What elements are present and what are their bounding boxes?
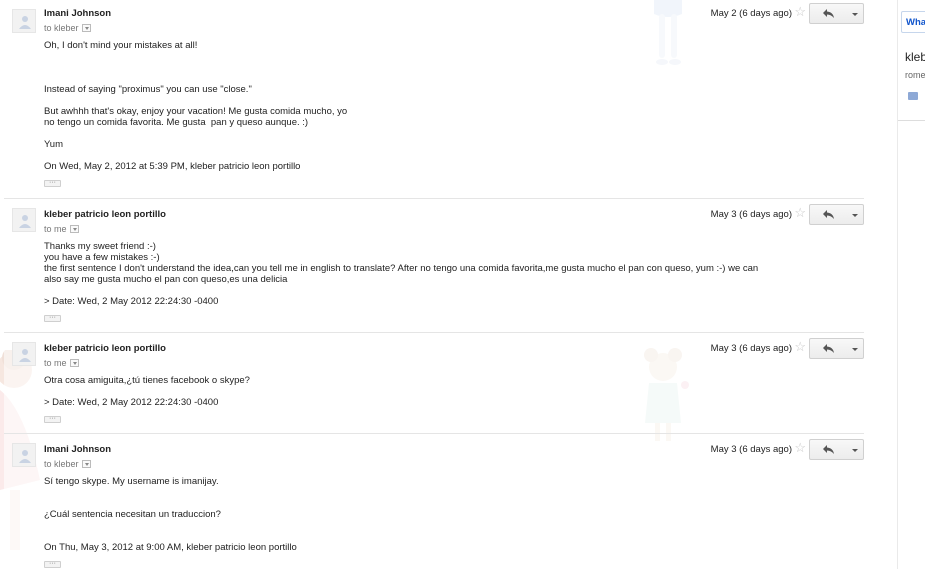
person-silhouette-icon bbox=[19, 16, 31, 29]
recipient-details-dropdown[interactable] bbox=[81, 24, 91, 32]
message-body-line: you have a few mistakes :-) bbox=[44, 252, 160, 263]
message-body-line: no tengo un comida favorita. Me gusta pa… bbox=[44, 117, 309, 128]
more-actions-button[interactable] bbox=[846, 338, 864, 359]
message-date: May 3 (6 days ago) bbox=[710, 343, 792, 354]
message-card[interactable]: Imani Johnson to kleber May 3 (6 days ag… bbox=[4, 433, 864, 569]
star-icon[interactable]: ☆ bbox=[794, 206, 806, 219]
more-actions-button[interactable] bbox=[846, 3, 864, 24]
star-icon[interactable]: ☆ bbox=[794, 441, 806, 454]
recipient-line: to kleber bbox=[44, 459, 91, 469]
more-actions-button[interactable] bbox=[846, 439, 864, 460]
reply-button[interactable] bbox=[809, 204, 847, 225]
sender-name[interactable]: kleber patricio leon portillo bbox=[44, 343, 166, 354]
message-body-line: > Date: Wed, 2 May 2012 22:24:30 -0400 bbox=[44, 397, 219, 408]
message-body-line: Sí tengo skype. My username is imanijay. bbox=[44, 476, 219, 487]
message-card[interactable]: kleber patricio leon portillo to me May … bbox=[4, 332, 864, 433]
message-date: May 2 (6 days ago) bbox=[710, 8, 792, 19]
message-body-line: Oh, I don't mind your mistakes at all! bbox=[44, 40, 198, 51]
person-silhouette-icon bbox=[19, 450, 31, 463]
recipient-text: to kleber bbox=[44, 459, 79, 469]
sender-avatar bbox=[12, 208, 36, 232]
show-trimmed-content-button[interactable]: ··· bbox=[44, 314, 61, 322]
divider bbox=[898, 120, 925, 121]
contact-subtitle: rome bbox=[905, 70, 925, 80]
sender-avatar bbox=[12, 443, 36, 467]
reply-button[interactable] bbox=[809, 3, 847, 24]
message-body-line: Instead of saying "proximus" you can use… bbox=[44, 84, 252, 95]
message-body-line: Thanks my sweet friend :-) bbox=[44, 241, 156, 252]
recipient-text: to me bbox=[44, 224, 67, 234]
conversation-thread: Imani Johnson to kleber May 2 (6 days ag… bbox=[4, 0, 864, 569]
person-silhouette-icon bbox=[19, 215, 31, 228]
reply-arrow-icon bbox=[823, 445, 834, 454]
message-card[interactable]: kleber patricio leon portillo to me May … bbox=[4, 198, 864, 332]
recipient-line: to me bbox=[44, 224, 79, 234]
sender-name[interactable]: Imani Johnson bbox=[44, 8, 111, 19]
message-body-line: But awhhh that's okay, enjoy your vacati… bbox=[44, 106, 348, 117]
person-silhouette-icon bbox=[19, 349, 31, 362]
sender-avatar bbox=[12, 342, 36, 366]
contact-name[interactable]: kleb bbox=[905, 50, 925, 64]
message-body-line: > Date: Wed, 2 May 2012 22:24:30 -0400 bbox=[44, 296, 219, 307]
message-date: May 3 (6 days ago) bbox=[710, 444, 792, 455]
recipient-text: to kleber bbox=[44, 23, 79, 33]
recipient-line: to kleber bbox=[44, 23, 91, 33]
sender-avatar bbox=[12, 9, 36, 33]
chat-icon[interactable] bbox=[908, 92, 918, 100]
message-body-line: Otra cosa amiguita,¿tú tienes facebook o… bbox=[44, 375, 250, 386]
reply-arrow-icon bbox=[823, 210, 834, 219]
star-icon[interactable]: ☆ bbox=[794, 5, 806, 18]
star-icon[interactable]: ☆ bbox=[794, 340, 806, 353]
recipient-details-dropdown[interactable] bbox=[69, 225, 79, 233]
side-panel-button[interactable]: Wha bbox=[901, 11, 925, 33]
message-body-line: On Thu, May 3, 2012 at 9:00 AM, kleber p… bbox=[44, 542, 297, 553]
more-actions-button[interactable] bbox=[846, 204, 864, 225]
reply-arrow-icon bbox=[823, 344, 834, 353]
message-body-line: Yum bbox=[44, 139, 64, 150]
sender-name[interactable]: Imani Johnson bbox=[44, 444, 111, 455]
message-card[interactable]: Imani Johnson to kleber May 2 (6 days ag… bbox=[4, 0, 864, 198]
message-body-line: ¿Cuál sentencia necesitan un traduccion? bbox=[44, 509, 221, 520]
show-trimmed-content-button[interactable]: ··· bbox=[44, 560, 61, 568]
show-trimmed-content-button[interactable]: ··· bbox=[44, 179, 61, 187]
sender-name[interactable]: kleber patricio leon portillo bbox=[44, 209, 166, 220]
recipient-text: to me bbox=[44, 358, 67, 368]
reply-button[interactable] bbox=[809, 439, 847, 460]
recipient-details-dropdown[interactable] bbox=[81, 460, 91, 468]
reply-button[interactable] bbox=[809, 338, 847, 359]
show-trimmed-content-button[interactable]: ··· bbox=[44, 415, 61, 423]
recipient-details-dropdown[interactable] bbox=[69, 359, 79, 367]
message-body-line: On Wed, May 2, 2012 at 5:39 PM, kleber p… bbox=[44, 161, 301, 172]
message-body-line: the first sentence I don't understand th… bbox=[44, 263, 759, 274]
message-body-line: also say me gusta mucho el pan con queso… bbox=[44, 274, 288, 285]
message-date: May 3 (6 days ago) bbox=[710, 209, 792, 220]
right-side-panel: Wha kleb rome bbox=[897, 0, 925, 569]
reply-arrow-icon bbox=[823, 9, 834, 18]
recipient-line: to me bbox=[44, 358, 79, 368]
